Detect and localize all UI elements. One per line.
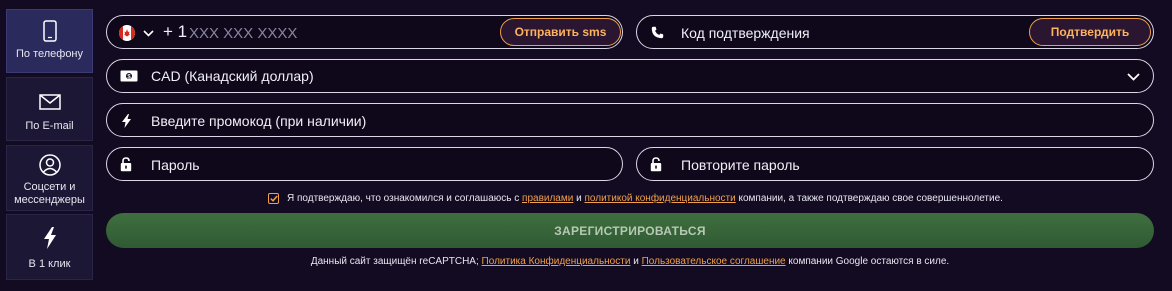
confirmation-code-field[interactable]: Подтвердить	[636, 15, 1154, 49]
chevron-down-icon[interactable]	[142, 27, 154, 39]
sidebar-item-one-click[interactable]: В 1 клик	[6, 214, 93, 280]
lightning-icon	[43, 227, 57, 249]
currency-selected-value: CAD (Канадский доллар)	[151, 68, 314, 84]
consent-checkbox[interactable]	[268, 192, 279, 204]
password-input[interactable]	[151, 155, 451, 175]
privacy-policy-link[interactable]: политикой конфиденциальности	[584, 193, 735, 204]
recaptcha-text: и	[633, 256, 639, 267]
phone-country-code: + 1	[163, 22, 188, 41]
sidebar-item-social[interactable]: Соцсети и мессенджеры	[6, 145, 93, 211]
phone-icon	[42, 20, 57, 42]
google-privacy-link[interactable]: Политика Конфиденциальности	[482, 256, 631, 267]
consent-text: компании, а также подтверждаю свое совер…	[738, 192, 1003, 204]
confirmation-code-input[interactable]	[681, 23, 981, 43]
lock-icon	[650, 156, 662, 172]
sidebar-item-label: По E-mail	[25, 120, 74, 132]
repeat-password-field[interactable]	[636, 147, 1154, 181]
google-terms-link[interactable]: Пользовательское соглашение	[642, 256, 786, 267]
send-sms-button[interactable]: Отправить sms	[500, 18, 621, 46]
canada-flag-icon[interactable]	[119, 25, 135, 41]
recaptcha-text: Данный сайт защищён reCAPTCHA;	[310, 256, 479, 267]
consent-row: Я подтверждаю, что ознакомился и соглаша…	[268, 191, 1003, 205]
register-button[interactable]: ЗАРЕГИСТРИРОВАТЬСЯ	[106, 213, 1154, 248]
lock-icon	[120, 156, 132, 172]
password-field[interactable]	[106, 147, 623, 181]
sidebar-item-email[interactable]: По E-mail	[6, 77, 93, 141]
consent-text: Я подтверждаю, что ознакомился и соглаша…	[287, 192, 520, 204]
phone-field[interactable]: + 1 Отправить sms	[106, 15, 623, 49]
repeat-password-input[interactable]	[681, 155, 981, 175]
sidebar-item-label: Соцсети и мессенджеры	[14, 181, 85, 206]
sidebar-item-phone[interactable]: По телефону	[6, 9, 93, 73]
phone-handset-icon	[650, 25, 664, 39]
promo-code-input[interactable]	[151, 111, 751, 131]
registration-panel: По телефону По E-mail Соцсети и мессендж…	[0, 0, 1172, 291]
sidebar-item-label: По телефону	[15, 48, 84, 60]
currency-select[interactable]: $ CAD (Канадский доллар)	[106, 59, 1154, 93]
chevron-down-icon[interactable]	[1126, 71, 1140, 83]
recaptcha-text: компании Google остаются в силе.	[788, 256, 950, 267]
phone-input[interactable]	[189, 23, 389, 43]
lightning-icon	[121, 113, 131, 128]
rules-link[interactable]: правилами	[522, 193, 573, 204]
user-circle-icon	[38, 154, 61, 176]
envelope-icon	[38, 94, 61, 110]
banknote-icon: $	[120, 70, 138, 82]
consent-text: и	[576, 192, 582, 204]
confirm-button[interactable]: Подтвердить	[1029, 18, 1151, 46]
checkmark-icon	[269, 195, 278, 202]
promo-code-field[interactable]	[106, 103, 1154, 137]
recaptcha-notice: Данный сайт защищён reCAPTCHA; Политика …	[0, 256, 1172, 267]
